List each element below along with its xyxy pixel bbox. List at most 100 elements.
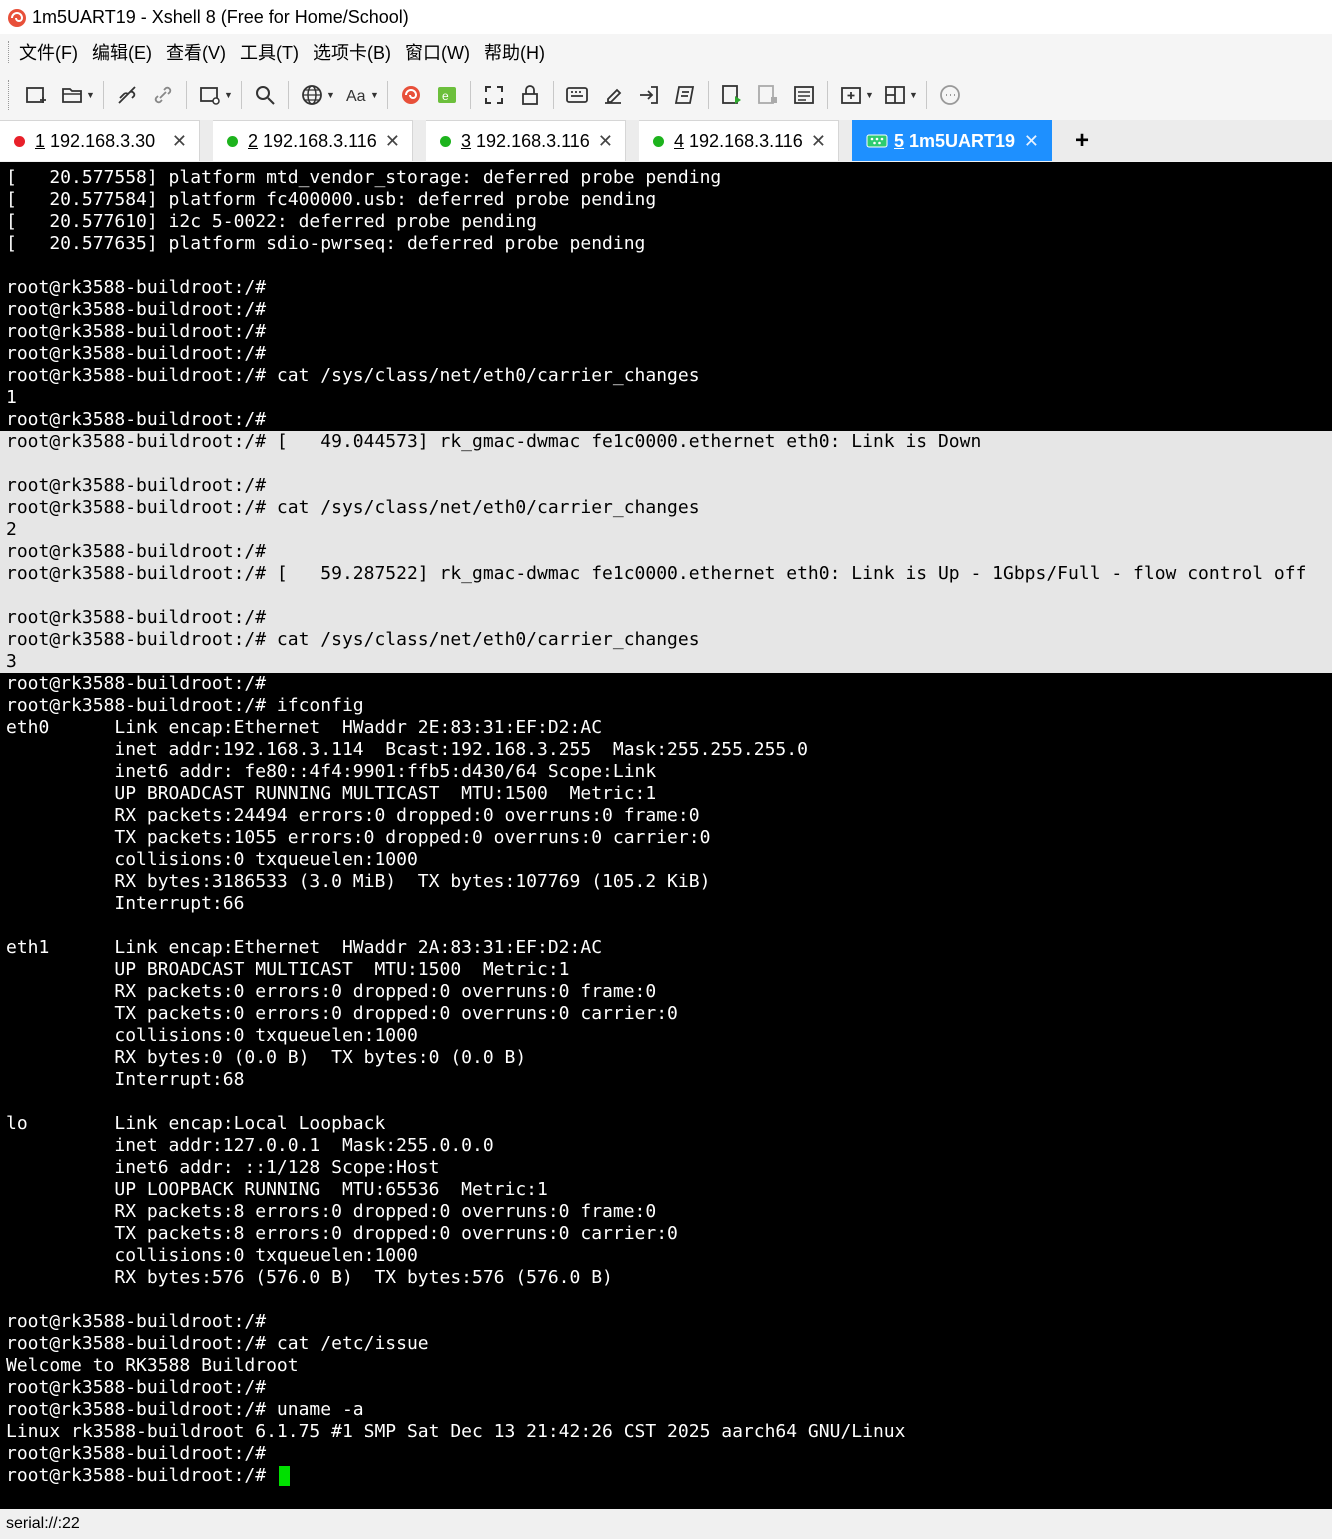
terminal-line: [ 20.577610] i2c 5-0022: deferred probe … — [6, 211, 538, 232]
menu-edit[interactable]: 编辑(E) — [85, 39, 159, 65]
terminal-line: Welcome to RK3588 Buildroot — [6, 1355, 299, 1376]
terminal-line: root@rk3588-buildroot:/# — [0, 475, 1332, 497]
toolbar: ▼ ▼ ▼ Aa ▼ e ▼ ▼ — [0, 70, 1332, 121]
terminal-line: collisions:0 txqueuelen:1000 — [6, 849, 418, 870]
toolbar-separator — [186, 81, 187, 109]
toolbar-separator — [827, 81, 828, 109]
terminal-line: 1 — [6, 387, 17, 408]
tab-session-3[interactable]: 3 192.168.3.116 ✕ — [426, 120, 626, 161]
terminal-line: root@rk3588-buildroot:/# — [6, 343, 267, 364]
lock-icon[interactable] — [515, 80, 545, 110]
log-stop-icon[interactable] — [753, 80, 783, 110]
session-tabs: 1 192.168.3.30 ✕ 2 192.168.3.116 ✕ 3 192… — [0, 120, 1332, 161]
layout-icon[interactable] — [880, 80, 910, 110]
new-session-icon[interactable] — [21, 80, 51, 110]
terminal-line: 2 — [0, 519, 1332, 541]
font-icon[interactable]: Aa — [341, 80, 371, 110]
terminal-line: root@rk3588-buildroot:/# ifconfig — [6, 695, 364, 716]
terminal-line: root@rk3588-buildroot:/# [ 49.044573] rk… — [0, 431, 1332, 453]
terminal-line: RX bytes:3186533 (3.0 MiB) TX bytes:1077… — [6, 871, 711, 892]
tab-label: 3 192.168.3.116 — [461, 130, 590, 151]
menu-view[interactable]: 查看(V) — [159, 39, 233, 65]
terminal-line: root@rk3588-buildroot:/# — [0, 607, 1332, 629]
terminal-line — [0, 453, 1332, 475]
terminal-line: root@rk3588-buildroot:/# cat /sys/class/… — [0, 497, 1332, 519]
terminal-line: TX packets:8 errors:0 dropped:0 overruns… — [6, 1223, 678, 1244]
xshell-logo-icon — [8, 9, 26, 27]
send-to-icon[interactable] — [634, 80, 664, 110]
terminal-line: root@rk3588-buildroot:/# — [6, 1311, 267, 1332]
serial-port-icon — [866, 134, 888, 148]
menu-window[interactable]: 窗口(W) — [398, 39, 477, 65]
chevron-down-icon[interactable]: ▼ — [909, 90, 919, 100]
terminal-line: RX packets:8 errors:0 dropped:0 overruns… — [6, 1201, 657, 1222]
terminal-line: Interrupt:68 — [6, 1069, 245, 1090]
chevron-down-icon[interactable]: ▼ — [326, 90, 336, 100]
session-settings-icon[interactable] — [195, 80, 225, 110]
terminal-line: TX packets:0 errors:0 dropped:0 overruns… — [6, 1003, 678, 1024]
menu-tools[interactable]: 工具(T) — [233, 39, 306, 65]
tab-session-1[interactable]: 1 192.168.3.30 ✕ — [0, 120, 200, 161]
terminal-output[interactable]: [ 20.577558] platform mtd_vendor_storage… — [0, 162, 1332, 1509]
close-icon[interactable]: ✕ — [598, 131, 613, 152]
menu-help[interactable]: 帮助(H) — [477, 39, 552, 65]
close-icon[interactable]: ✕ — [811, 131, 826, 152]
chevron-down-icon[interactable]: ▼ — [224, 90, 234, 100]
terminal-line: root@rk3588-buildroot:/# — [6, 277, 267, 298]
terminal-line: inet6 addr: fe80::4f4:9901:ffb5:d430/64 … — [6, 761, 657, 782]
script-icon[interactable] — [670, 80, 700, 110]
terminal-line: root@rk3588-buildroot:/# — [0, 1465, 1332, 1487]
status-dot — [14, 135, 25, 147]
svg-text:e: e — [442, 89, 449, 103]
disconnect-icon[interactable] — [112, 80, 142, 110]
xshell-icon[interactable] — [396, 80, 426, 110]
notes-icon[interactable] — [789, 80, 819, 110]
add-tab-button[interactable]: + — [1065, 120, 1089, 161]
chevron-down-icon[interactable]: ▼ — [370, 90, 380, 100]
toolbar-separator — [708, 81, 709, 109]
terminal-line: [ 20.577584] platform fc400000.usb: defe… — [6, 189, 657, 210]
title-bar: 1m5UART19 - Xshell 8 (Free for Home/Scho… — [0, 0, 1332, 34]
highlight-icon[interactable] — [598, 80, 628, 110]
terminal-line: root@rk3588-buildroot:/# — [6, 299, 267, 320]
menu-tab[interactable]: 选项卡(B) — [306, 39, 398, 65]
terminal-line: root@rk3588-buildroot:/# — [6, 409, 267, 430]
tab-label: 2 192.168.3.116 — [248, 130, 377, 151]
keyboard-icon[interactable] — [562, 80, 592, 110]
reconnect-link-icon[interactable] — [148, 80, 178, 110]
terminal-line: [ 20.577558] platform mtd_vendor_storage… — [6, 167, 722, 188]
terminal-line: RX packets:24494 errors:0 dropped:0 over… — [6, 805, 700, 826]
terminal-cursor — [278, 1466, 290, 1486]
xftp-icon[interactable]: e — [432, 80, 462, 110]
terminal-line: Linux rk3588-buildroot 6.1.75 #1 SMP Sat… — [6, 1421, 906, 1442]
menu-file[interactable]: 文件(F) — [12, 39, 85, 65]
fullscreen-icon[interactable] — [479, 80, 509, 110]
tab-label: 1 192.168.3.30 — [35, 130, 156, 151]
new-tab-icon[interactable] — [836, 80, 866, 110]
close-icon[interactable]: ✕ — [385, 131, 400, 152]
close-icon[interactable]: ✕ — [1024, 131, 1039, 152]
search-icon[interactable] — [250, 80, 280, 110]
chevron-down-icon[interactable]: ▼ — [865, 90, 875, 100]
terminal-line: root@rk3588-buildroot:/# cat /sys/class/… — [0, 629, 1332, 651]
terminal-line: collisions:0 txqueuelen:1000 — [6, 1245, 418, 1266]
globe-icon[interactable] — [297, 80, 327, 110]
terminal-line: Interrupt:66 — [6, 893, 245, 914]
chevron-down-icon[interactable]: ▼ — [86, 90, 96, 100]
terminal-line: root@rk3588-buildroot:/# — [6, 1443, 267, 1464]
terminal-line: root@rk3588-buildroot:/# uname -a — [6, 1399, 364, 1420]
toolbar-separator — [553, 81, 554, 109]
log-start-icon[interactable] — [717, 80, 747, 110]
terminal-line: root@rk3588-buildroot:/# [ 59.287522] rk… — [0, 563, 1332, 585]
tab-session-4[interactable]: 4 192.168.3.116 ✕ — [639, 120, 839, 161]
tab-session-2[interactable]: 2 192.168.3.116 ✕ — [213, 120, 413, 161]
toolbar-separator — [470, 81, 471, 109]
connection-status: serial://:22 — [6, 1515, 80, 1532]
terminal-line: root@rk3588-buildroot:/# — [6, 1377, 267, 1398]
open-folder-icon[interactable] — [57, 80, 87, 110]
chat-bubble-icon[interactable] — [935, 80, 965, 110]
tab-session-5-active[interactable]: 5 1m5UART19 ✕ — [852, 120, 1052, 161]
close-icon[interactable]: ✕ — [172, 131, 187, 152]
